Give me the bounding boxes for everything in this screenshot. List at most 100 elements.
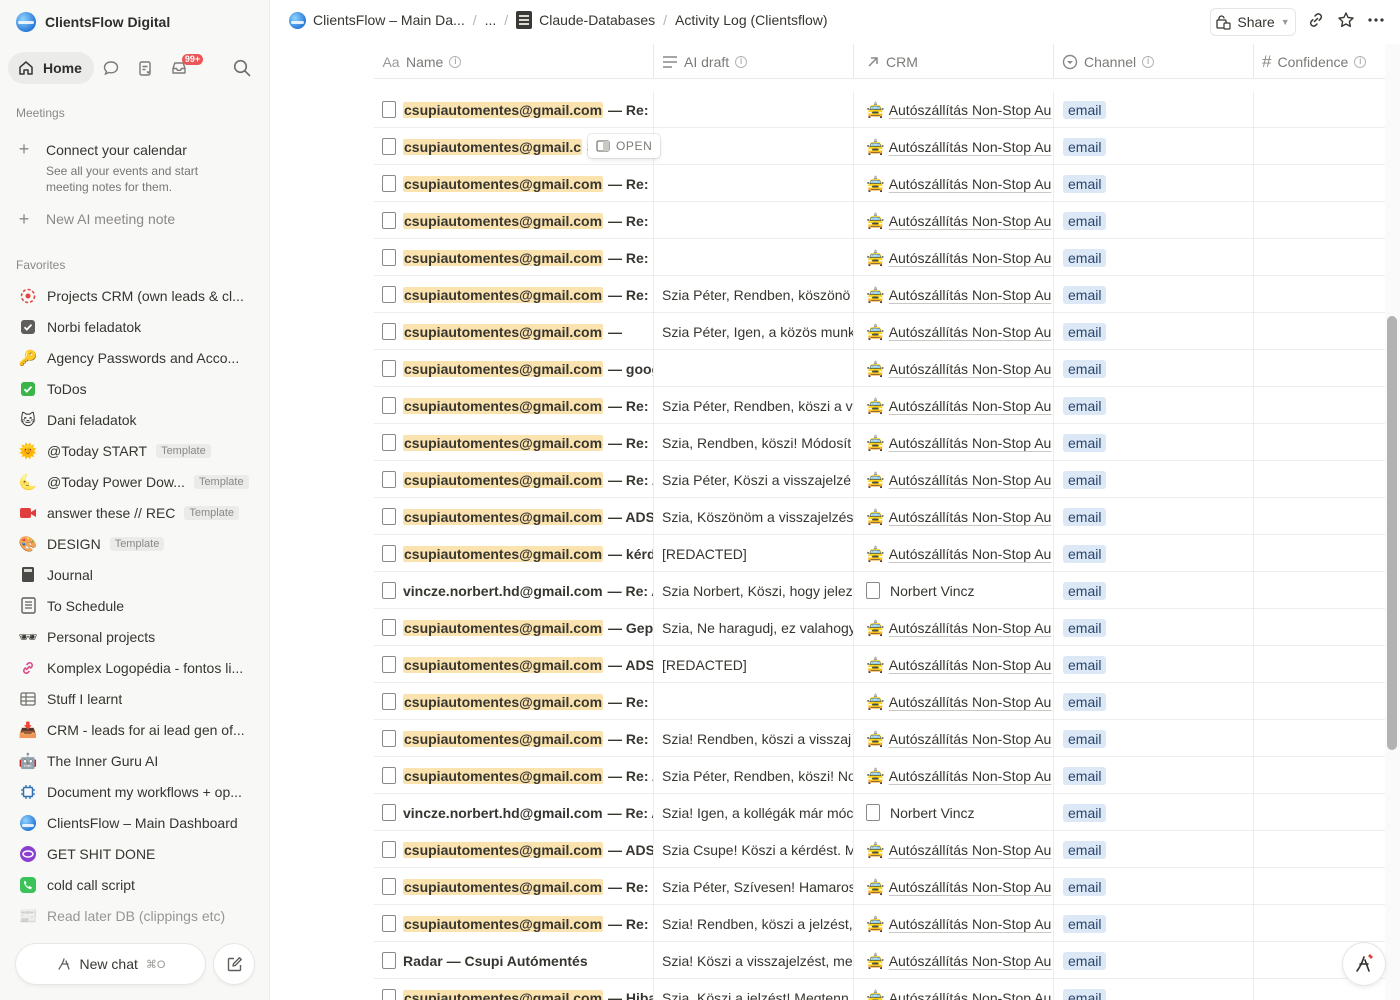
- crm-cell[interactable]: 🚖 Autószállítás Non-Stop Au: [854, 646, 1054, 683]
- favorite-get-shit-done[interactable]: GET SHIT DONE: [8, 838, 262, 869]
- ai-draft-cell[interactable]: Szia! Rendben, köszi a visszaj: [654, 720, 854, 757]
- name-cell[interactable]: csupiautomentes@gmail.com— Re: S: [374, 202, 654, 239]
- name-cell[interactable]: csupiautomentes@gmail.com— Geps: [374, 609, 654, 646]
- channel-cell[interactable]: email: [1054, 91, 1254, 128]
- name-cell[interactable]: csupiautomentes@gmail.com— kérdé: [374, 535, 654, 572]
- crm-cell[interactable]: 🚖 Autószállítás Non-Stop Au: [854, 683, 1054, 720]
- crm-cell[interactable]: 🚖 Autószállítás Non-Stop Au: [854, 979, 1054, 1000]
- crm-link[interactable]: Autószállítás Non-Stop Au: [889, 916, 1052, 932]
- crm-cell[interactable]: 🚖 Autószállítás Non-Stop Au: [854, 91, 1054, 128]
- ai-draft-cell[interactable]: [654, 128, 854, 165]
- copy-link-button[interactable]: [1307, 11, 1325, 34]
- channel-cell[interactable]: email: [1054, 572, 1254, 609]
- tasks-button[interactable]: [128, 52, 162, 84]
- ai-draft-cell[interactable]: Szia, Köszi a jelzést! Megtenn: [654, 979, 854, 1000]
- favorite-stuff-i-learnt[interactable]: Stuff I learnt: [8, 683, 262, 714]
- crm-link[interactable]: Autószállítás Non-Stop Au: [889, 768, 1052, 784]
- channel-cell[interactable]: email: [1054, 276, 1254, 313]
- channel-cell[interactable]: email: [1054, 498, 1254, 535]
- chat-button[interactable]: [94, 52, 128, 84]
- crm-link[interactable]: Autószállítás Non-Stop Au: [889, 213, 1052, 229]
- ai-draft-cell[interactable]: [654, 91, 854, 128]
- table-row[interactable]: csupiautomentes@gmail.com— Re: A Szia Pét…: [374, 461, 1385, 498]
- name-cell[interactable]: vincze.norbert.hd@gmail.com— Re: A: [374, 794, 654, 831]
- vertical-scrollbar-thumb[interactable]: [1387, 316, 1397, 750]
- table-row[interactable]: csupiautomentes@gmail.com— kérdé [REDACTE…: [374, 535, 1385, 572]
- ai-draft-cell[interactable]: Szia Péter, Rendben, köszi! No: [654, 757, 854, 794]
- home-button[interactable]: Home: [8, 52, 94, 84]
- channel-cell[interactable]: email: [1054, 831, 1254, 868]
- favorite-dani-feladatok[interactable]: 🐱 Dani feladatok: [8, 404, 262, 435]
- search-button[interactable]: [232, 58, 252, 81]
- channel-cell[interactable]: email: [1054, 942, 1254, 979]
- table-row[interactable]: csupiautomentes@gmail.com — Hibal Szia, Kö…: [374, 979, 1385, 1000]
- ai-draft-cell[interactable]: Szia, Ne haragudj, ez valahogy: [654, 609, 854, 646]
- confidence-cell[interactable]: [1254, 757, 1385, 794]
- table-row[interactable]: csupiautomentes@gmail.com— Re: S Szia, Re…: [374, 424, 1385, 461]
- crm-link[interactable]: Autószállítás Non-Stop Au: [889, 250, 1052, 266]
- workspace-switcher[interactable]: ClientsFlow Digital: [16, 11, 170, 33]
- name-cell[interactable]: Radar — Csupi Autómentés: [374, 942, 654, 979]
- notion-ai-button[interactable]: [1343, 943, 1385, 985]
- ai-draft-cell[interactable]: [654, 239, 854, 276]
- column-header-name[interactable]: Aa Name i: [374, 44, 654, 79]
- table-row[interactable]: csupiautomentes@gmail.com— Re: S 🚖Autószá…: [374, 202, 1385, 239]
- crm-cell[interactable]: 🚖 Autószállítás Non-Stop Au: [854, 239, 1054, 276]
- favorite-todos[interactable]: ToDos: [8, 373, 262, 404]
- crm-cell[interactable]: 🚖 Autószállítás Non-Stop Au: [854, 720, 1054, 757]
- table-row[interactable]: csupiautomentes@gmail.com— Re: ú Szia! Re…: [374, 720, 1385, 757]
- confidence-cell[interactable]: [1254, 461, 1385, 498]
- name-cell[interactable]: csupiautomentes@gmail.com —: [374, 313, 654, 350]
- confidence-cell[interactable]: [1254, 535, 1385, 572]
- breadcrumb-item-dashboard[interactable]: ClientsFlow – Main Da...: [289, 11, 465, 29]
- favorite-to-schedule[interactable]: To Schedule: [8, 590, 262, 621]
- confidence-cell[interactable]: [1254, 128, 1385, 165]
- breadcrumb-item-activity-log[interactable]: Activity Log (Clientsflow): [675, 12, 828, 28]
- crm-link[interactable]: Autószállítás Non-Stop Au: [889, 139, 1052, 155]
- name-cell[interactable]: csupiautomentes@gmail.com— Re: A: [374, 757, 654, 794]
- share-button[interactable]: Share ▼: [1210, 8, 1296, 36]
- name-cell[interactable]: csupiautomentes@gmail.com— Re: ú: [374, 720, 654, 757]
- ai-draft-cell[interactable]: [654, 683, 854, 720]
- favorite-journal[interactable]: Journal: [8, 559, 262, 590]
- confidence-cell[interactable]: [1254, 868, 1385, 905]
- column-header-crm[interactable]: CRM: [854, 44, 1054, 79]
- name-cell[interactable]: csupiautomentes@gmail.com — Re:: [374, 276, 654, 313]
- channel-cell[interactable]: email: [1054, 239, 1254, 276]
- crm-cell[interactable]: 🚖 Autószállítás Non-Stop Au: [854, 276, 1054, 313]
- crm-cell[interactable]: 🚖 Autószállítás Non-Stop Au: [854, 128, 1054, 165]
- channel-cell[interactable]: email: [1054, 609, 1254, 646]
- crm-cell[interactable]: 🚖 Autószállítás Non-Stop Au: [854, 424, 1054, 461]
- channel-cell[interactable]: email: [1054, 868, 1254, 905]
- channel-cell[interactable]: email: [1054, 905, 1254, 942]
- table-row[interactable]: csupiautomentes@gmail.com — ADS Szia, Kösz…: [374, 498, 1385, 535]
- ai-draft-cell[interactable]: Szia Péter, Köszi a visszajelzé: [654, 461, 854, 498]
- crm-cell[interactable]: Norbert Vincz: [854, 794, 1054, 831]
- name-cell[interactable]: csupiautomentes@gmail.com— Re: S: [374, 91, 654, 128]
- name-cell[interactable]: csupiautomentes@gmail.com — ADS: [374, 831, 654, 868]
- column-header-channel[interactable]: Channel i: [1054, 44, 1254, 79]
- ai-draft-cell[interactable]: Szia, Köszönöm a visszajelzés: [654, 498, 854, 535]
- confidence-cell[interactable]: [1254, 572, 1385, 609]
- crm-link[interactable]: Autószállítás Non-Stop Au: [889, 990, 1052, 1000]
- channel-cell[interactable]: email: [1054, 757, 1254, 794]
- table-row[interactable]: csupiautomentes@gmail.com— Geps Szia, Ne …: [374, 609, 1385, 646]
- inbox-button[interactable]: 99+: [162, 52, 204, 84]
- channel-cell[interactable]: email: [1054, 646, 1254, 683]
- ai-draft-cell[interactable]: Szia Péter, Rendben, köszönö: [654, 276, 854, 313]
- favorite-inner-guru-ai[interactable]: 🤖 The Inner Guru AI: [8, 745, 262, 776]
- ai-draft-cell[interactable]: [654, 202, 854, 239]
- crm-cell[interactable]: 🚖 Autószállítás Non-Stop Au: [854, 387, 1054, 424]
- name-cell[interactable]: csupiautomentes@gmail.com— Re: H: [374, 868, 654, 905]
- crm-link[interactable]: Autószállítás Non-Stop Au: [889, 287, 1052, 303]
- crm-link[interactable]: Autószállítás Non-Stop Au: [889, 398, 1052, 414]
- crm-link[interactable]: Autószállítás Non-Stop Au: [889, 879, 1052, 895]
- crm-cell[interactable]: Norbert Vincz: [854, 572, 1054, 609]
- table-row[interactable]: csupiautomentes@gmail.com— Re: S 🚖Autószá…: [374, 165, 1385, 202]
- name-cell[interactable]: csupiautomentes@gmail.com — ADS: [374, 498, 654, 535]
- crm-cell[interactable]: 🚖 Autószállítás Non-Stop Au: [854, 942, 1054, 979]
- ai-draft-cell[interactable]: Szia Péter, Szívesen! Hamaros: [654, 868, 854, 905]
- table-row[interactable]: csupiautomentes@gmail.com— Re: S 🚖Autószá…: [374, 91, 1385, 128]
- crm-cell[interactable]: 🚖 Autószállítás Non-Stop Au: [854, 757, 1054, 794]
- crm-link[interactable]: Autószállítás Non-Stop Au: [889, 102, 1052, 118]
